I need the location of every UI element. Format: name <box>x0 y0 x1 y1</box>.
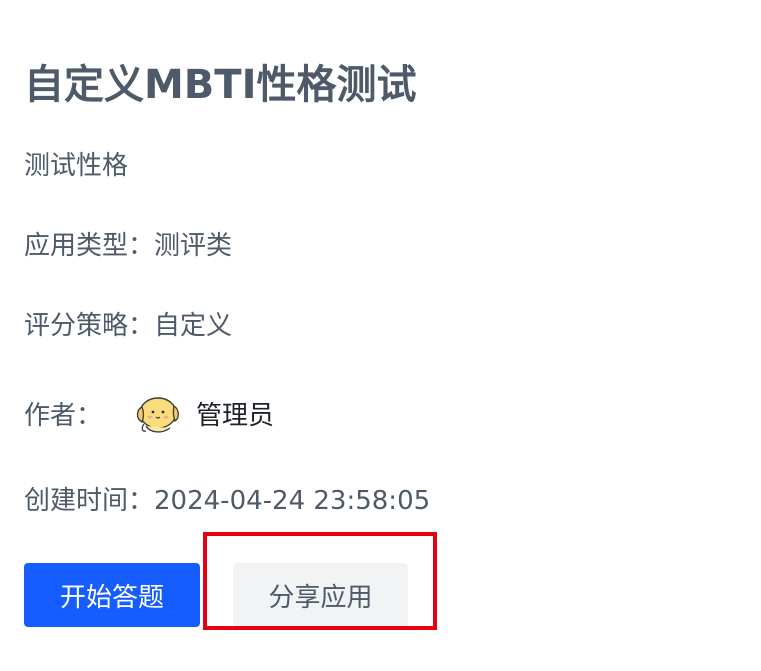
created-time-label: 创建时间： <box>24 486 155 516</box>
author-avatar <box>132 388 183 438</box>
scoring-strategy-value: 自定义 <box>154 311 233 341</box>
app-detail-panel: 自定义MBTI性格测试 测试性格 应用类型：测评类 评分策略：自定义 作者： 管… <box>24 40 761 671</box>
author-label: 作者： <box>24 400 103 431</box>
scoring-strategy-row: 评分策略：自定义 <box>24 305 232 342</box>
scoring-strategy-label: 评分策略： <box>24 311 155 341</box>
app-description: 测试性格 <box>24 151 129 181</box>
created-time-value: 2024-04-24 23:58:05 <box>154 486 431 516</box>
start-answering-button[interactable]: 开始答题 <box>24 563 200 627</box>
app-type-label: 应用类型： <box>24 231 155 261</box>
app-type-value: 测评类 <box>154 231 233 261</box>
dog-avatar-icon <box>136 397 179 433</box>
author-row: 作者： 管理员 <box>24 385 274 441</box>
page-title: 自定义MBTI性格测试 <box>24 62 417 108</box>
author-name: 管理员 <box>196 400 275 431</box>
created-time-row: 创建时间：2024-04-24 23:58:05 <box>24 480 430 517</box>
app-type-row: 应用类型：测评类 <box>24 225 232 262</box>
share-app-button[interactable]: 分享应用 <box>233 563 408 627</box>
